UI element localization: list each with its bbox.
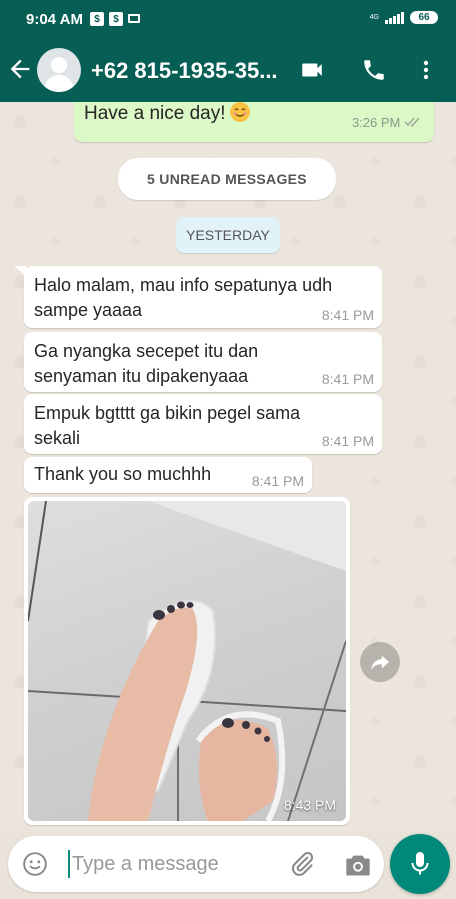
message-time: 8:41 PM xyxy=(321,433,374,449)
message-text: Halo malam, mau info sepatunya udh sampe … xyxy=(34,275,333,320)
voice-call-icon[interactable] xyxy=(360,57,388,83)
status-bar: 9:04 AM $ $ 4G 66 xyxy=(0,0,456,40)
contact-name[interactable]: +62 815-1935-35... xyxy=(91,58,278,84)
incoming-message[interactable]: Ga nyangka secepet itu dan senyaman itu d… xyxy=(24,332,382,392)
incoming-message[interactable]: Halo malam, mau info sepatunya udh sampe … xyxy=(24,266,382,328)
message-time: 8:41 PM xyxy=(251,473,304,489)
status-right: 4G 66 xyxy=(370,11,438,24)
chat-area[interactable]: Have a nice day! 3:26 PM 5 UNREAD MESSAG… xyxy=(0,102,456,832)
message-text: Empuk bgtttt ga bikin pegel sama sekali xyxy=(34,403,301,448)
message-time: 8:41 PM xyxy=(321,371,374,387)
voice-record-button[interactable] xyxy=(390,834,450,894)
video-call-icon[interactable] xyxy=(298,57,326,83)
avatar[interactable] xyxy=(37,48,81,92)
forward-icon xyxy=(370,655,390,671)
forward-button[interactable] xyxy=(360,642,400,682)
shop-bag-icon: $ xyxy=(90,12,104,26)
signal-icon xyxy=(385,11,404,24)
microphone-icon xyxy=(411,852,429,875)
camera-icon[interactable] xyxy=(344,852,372,878)
text-cursor xyxy=(68,850,70,878)
laptop-icon xyxy=(128,14,140,23)
message-time: 3:26 PM xyxy=(351,115,401,130)
message-meta: 3:26 PM xyxy=(352,115,422,130)
message-text: Have a nice day! xyxy=(84,102,250,125)
chat-header: +62 815-1935-35... xyxy=(0,40,456,102)
message-input[interactable]: Type a message xyxy=(72,853,219,876)
incoming-message[interactable]: Empuk bgtttt ga bikin pegel sama sekali 8… xyxy=(24,394,382,454)
message-time: 8:43 PM xyxy=(283,797,336,813)
battery-icon: 66 xyxy=(410,11,438,24)
incoming-message[interactable]: Thank you so muchhh 8:41 PM xyxy=(24,457,312,493)
photo-content xyxy=(28,501,346,821)
status-time: 9:04 AM xyxy=(26,11,83,28)
notification-icons: $ $ xyxy=(90,12,140,26)
message-composer[interactable]: Type a message xyxy=(8,836,384,892)
attach-icon[interactable] xyxy=(288,850,316,878)
back-arrow-icon[interactable] xyxy=(6,55,34,83)
smiling-face-emoji-icon xyxy=(229,102,250,122)
image-message[interactable]: 8:43 PM xyxy=(24,497,350,825)
outgoing-message[interactable]: Have a nice day! 3:26 PM xyxy=(74,102,434,142)
date-separator: YESTERDAY xyxy=(176,217,280,253)
message-text: Thank you so muchhh xyxy=(34,464,212,484)
emoji-icon[interactable] xyxy=(22,851,48,877)
unread-messages-banner: 5 UNREAD MESSAGES xyxy=(118,158,336,200)
shop-bag-icon: $ xyxy=(109,12,123,26)
photo[interactable]: 8:43 PM xyxy=(28,501,346,821)
more-options-icon[interactable] xyxy=(414,57,438,83)
double-check-icon xyxy=(404,117,420,128)
message-time: 8:41 PM xyxy=(321,307,374,323)
network-type: 4G xyxy=(369,14,379,21)
message-text: Ga nyangka secepet itu dan senyaman itu d… xyxy=(34,341,259,386)
